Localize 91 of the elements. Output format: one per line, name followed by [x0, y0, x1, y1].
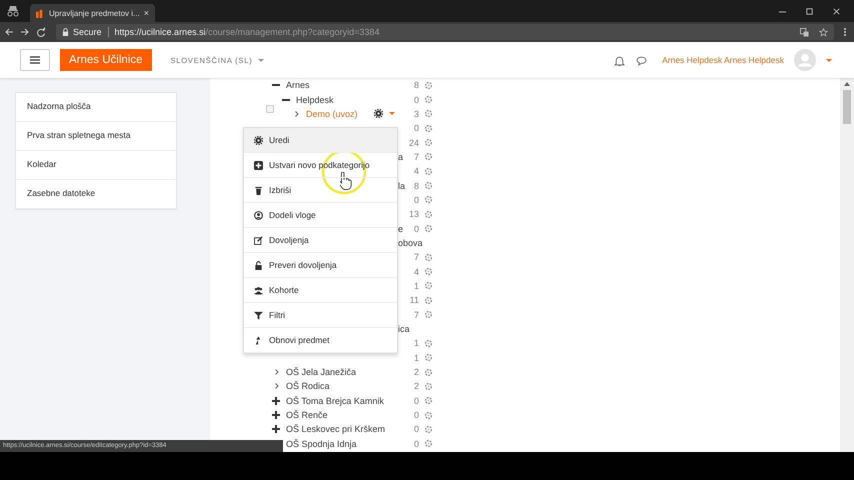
course-count: 11 [408, 295, 419, 306]
course-count: 0 [412, 224, 419, 234]
menu-item[interactable]: Dodeli vloge [244, 203, 397, 228]
secure-label: Secure [73, 27, 102, 37]
sidebar-item[interactable]: Zasebne datoteke [16, 180, 176, 209]
scroll-up-icon[interactable] [844, 82, 850, 86]
category-name[interactable]: OŠ Toma Brejca Kamnik [286, 396, 384, 406]
star-icon[interactable] [819, 28, 828, 36]
address-field[interactable]: Secure https://ucilnice.arnes.si/course/management.php?categoryid=3384 [56, 24, 834, 40]
gear-icon [254, 136, 263, 144]
edit-icon [254, 236, 263, 244]
course-count: 3 [412, 108, 419, 119]
menu-button[interactable] [20, 49, 50, 71]
menu-icon [30, 56, 40, 64]
tab-close-button[interactable]: × [144, 8, 149, 18]
checkbox[interactable] [266, 104, 274, 113]
incognito-icon [6, 5, 20, 17]
lock-icon [62, 28, 69, 36]
user-icon [254, 210, 263, 220]
sidebar-item[interactable]: Nadzorna plošča [16, 93, 176, 122]
unlock-icon [254, 260, 263, 270]
close-icon[interactable] [832, 7, 841, 16]
course-count: 2 [412, 367, 419, 378]
course-count: 1 [412, 280, 419, 291]
caret-icon [258, 58, 264, 62]
category-name[interactable]: OŠ Spodnja Idnja [286, 438, 357, 449]
restore-icon[interactable] [805, 7, 814, 16]
course-count: 13 [408, 209, 419, 220]
course-count: 4 [412, 166, 419, 176]
course-count: 4 [412, 266, 419, 277]
reload-icon[interactable] [36, 27, 46, 37]
course-count: 0 [412, 123, 419, 134]
menu-item[interactable]: Uredi [244, 128, 397, 153]
forward-icon[interactable] [20, 27, 30, 37]
category-name[interactable]: Helpdesk [296, 94, 334, 105]
category-name[interactable]: OŠ Leskovec pri Krškem [286, 424, 386, 434]
menu-item[interactable]: Filtri [244, 303, 397, 328]
course-count: 0 [412, 194, 419, 205]
filter-icon [254, 310, 263, 320]
plus-square-icon [254, 160, 263, 170]
trash-icon [254, 186, 263, 194]
translate-icon[interactable] [800, 28, 809, 36]
site-icon [36, 8, 45, 18]
course-count: 0 [412, 438, 419, 449]
hand-cursor-icon [340, 172, 352, 192]
plus-icon[interactable] [272, 425, 280, 434]
category-name[interactable]: a [398, 152, 404, 162]
restore-icon [254, 336, 263, 344]
category-name[interactable]: ica [398, 324, 410, 334]
plus-icon[interactable] [272, 396, 280, 405]
sidebar-item[interactable]: Prva stran spletnega mesta [16, 122, 176, 151]
gear-icon[interactable] [374, 109, 383, 118]
course-count: 8 [412, 80, 419, 90]
chevron-right-icon[interactable] [275, 383, 279, 390]
course-count: 2 [412, 381, 419, 392]
category-name[interactable]: obova [398, 238, 423, 248]
menu-item[interactable]: Dovoljenja [244, 228, 397, 253]
caret-icon[interactable] [388, 112, 395, 116]
course-count: 1 [412, 352, 419, 363]
course-count: 0 [412, 396, 419, 406]
chevron-right-icon[interactable] [295, 110, 299, 117]
category-name[interactable]: OŠ Renče [286, 410, 328, 420]
chat-icon[interactable] [636, 54, 648, 66]
course-count: 7 [412, 152, 419, 162]
sidebar-item[interactable]: Koledar [16, 151, 176, 180]
menu-item[interactable]: Kohorte [244, 278, 397, 303]
back-icon[interactable] [4, 27, 14, 37]
category-name[interactable]: e [398, 224, 404, 234]
menu-item[interactable]: Preveri dovoljenja [244, 253, 397, 278]
category-name[interactable]: la [398, 180, 406, 191]
course-count: 8 [412, 180, 419, 191]
course-count: 7 [412, 252, 419, 262]
menu-item[interactable]: Obnovi predmet [244, 328, 397, 353]
bell-icon[interactable] [614, 54, 626, 66]
category-name[interactable]: OŠ Jela Janežiča [286, 367, 356, 378]
course-count: 7 [412, 310, 419, 320]
course-count: 24 [408, 138, 419, 148]
course-count: 0 [412, 94, 419, 105]
browser-tab[interactable]: Upravljanje predmetov i... × [30, 4, 155, 22]
tab-title: Upravljanje predmetov i... [49, 8, 140, 18]
course-count: 0 [412, 424, 419, 434]
category-name[interactable]: Arnes [286, 80, 310, 90]
chevron-right-icon[interactable] [275, 369, 279, 376]
caret-icon [826, 58, 832, 62]
url-text: https://ucilnice.arnes.si/course/management.php?categoryid=3384 [114, 27, 380, 37]
scrollbar-thumb[interactable] [843, 90, 851, 124]
category-name[interactable]: OŠ Rodica [286, 381, 330, 392]
course-count: 1 [412, 338, 419, 348]
course-count: 0 [412, 410, 419, 420]
users-icon [254, 286, 263, 294]
plus-icon[interactable] [272, 411, 280, 420]
